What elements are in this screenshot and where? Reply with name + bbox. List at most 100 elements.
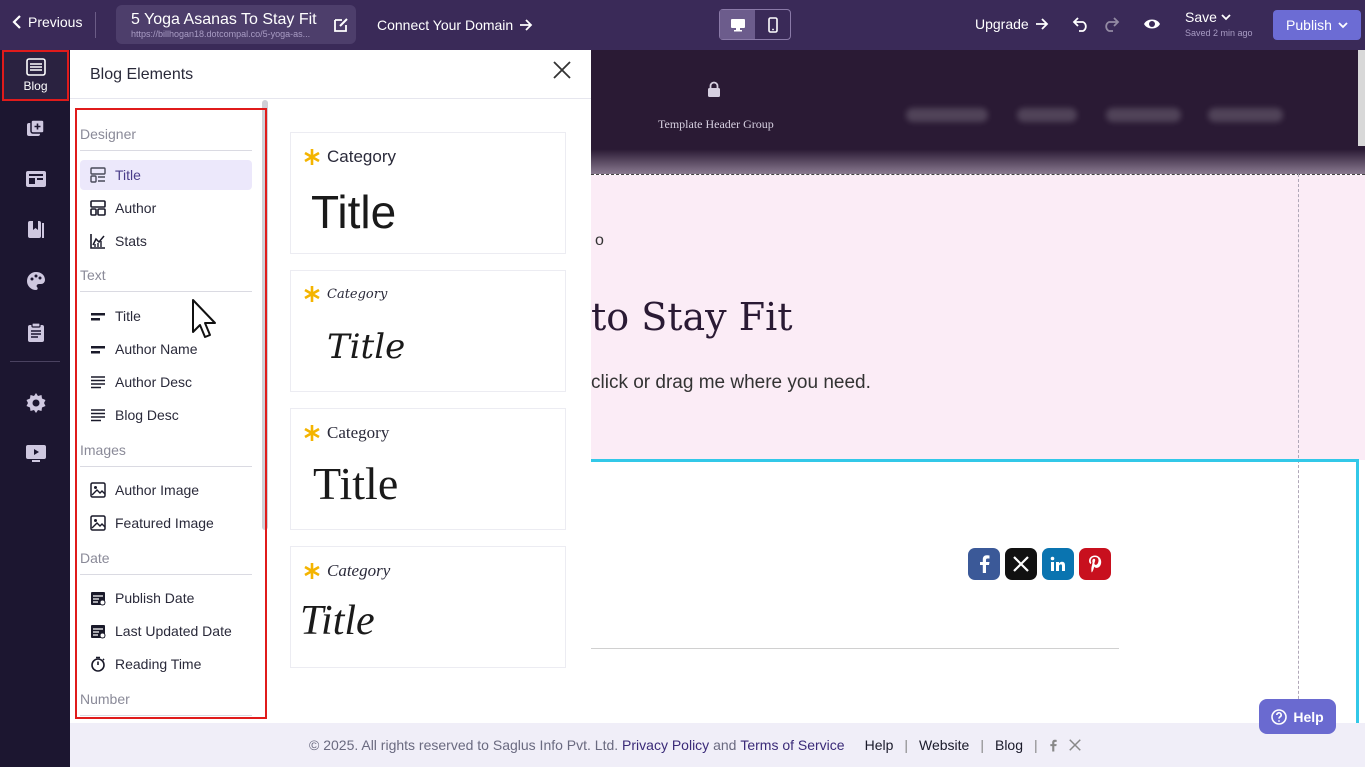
element-text-author-desc[interactable]: Author Desc xyxy=(80,367,252,397)
card-category: Category xyxy=(303,423,389,443)
designer-author-icon xyxy=(90,200,106,216)
help-button[interactable]: Help xyxy=(1259,699,1336,734)
element-publish-date[interactable]: Publish Date xyxy=(80,583,252,613)
mouse-cursor-icon xyxy=(192,299,216,338)
element-text-title[interactable]: Title xyxy=(80,301,252,331)
page-title: 5 Yoga Asanas To Stay Fit xyxy=(131,11,317,28)
title-style-card-4[interactable]: Category Title xyxy=(290,546,566,668)
partial-meta-text: o xyxy=(595,232,604,249)
footer-blog-link[interactable]: Blog xyxy=(995,737,1023,753)
redo-icon[interactable] xyxy=(1102,15,1120,33)
left-icon-rail: Blog xyxy=(0,50,70,767)
card-category: Category xyxy=(303,561,390,581)
panel-header: Blog Elements xyxy=(70,50,591,99)
terms-of-service-link[interactable]: Terms of Service xyxy=(740,737,844,753)
blog-heading[interactable]: to Stay Fit xyxy=(591,295,793,339)
mobile-view-button[interactable] xyxy=(755,10,790,39)
rail-blog-label: Blog xyxy=(23,79,48,93)
copyright-text: © 2025. All rights reserved to Saglus In… xyxy=(309,737,619,753)
section-designer: Designer xyxy=(80,126,252,151)
element-reading-time[interactable]: Reading Time xyxy=(80,649,252,679)
footer-separator: | xyxy=(980,737,984,753)
connect-domain-button[interactable]: Connect Your Domain xyxy=(377,17,533,33)
rail-blog-button[interactable]: Blog xyxy=(2,50,69,101)
close-icon[interactable] xyxy=(551,59,573,81)
canvas-scrollbar[interactable] xyxy=(1358,50,1365,146)
blog-list-icon xyxy=(25,58,46,76)
pinterest-icon xyxy=(1089,555,1102,573)
element-label: Author Name xyxy=(115,341,198,357)
clipboard-icon[interactable] xyxy=(25,321,47,343)
facebook-share-button[interactable] xyxy=(968,548,1000,580)
x-share-button[interactable] xyxy=(1005,548,1037,580)
element-label: Blog Desc xyxy=(115,407,179,423)
element-last-updated-date[interactable]: Last Updated Date xyxy=(80,616,252,646)
save-button[interactable]: Save Saved 2 min ago xyxy=(1185,9,1253,38)
chevron-left-icon xyxy=(12,15,21,29)
social-share-buttons xyxy=(968,548,1111,580)
title-style-card-1[interactable]: Category Title xyxy=(290,132,566,254)
bookmark-library-icon[interactable] xyxy=(25,219,47,241)
title-style-card-2[interactable]: Category Title xyxy=(290,270,566,392)
gear-icon[interactable] xyxy=(25,392,47,414)
and-text: and xyxy=(713,737,737,753)
publish-label: Publish xyxy=(1286,17,1332,33)
title-style-card-3[interactable]: Category Title xyxy=(290,408,566,530)
linkedin-share-button[interactable] xyxy=(1042,548,1074,580)
layout-section-icon[interactable] xyxy=(25,168,47,190)
upgrade-button[interactable]: Upgrade xyxy=(975,16,1049,32)
element-author-image[interactable]: Author Image xyxy=(80,475,252,505)
chevron-down-icon xyxy=(1338,22,1348,29)
selected-section-outline[interactable] xyxy=(591,459,1359,723)
asterisk-star-icon xyxy=(304,425,320,441)
arrow-right-icon xyxy=(520,19,533,31)
element-designer-stats[interactable]: Stats xyxy=(80,226,252,256)
blog-hero-section[interactable]: o to Stay Fit click or drag me where you… xyxy=(591,175,1365,460)
editor-canvas: Template Header Group o to Stay Fit clic… xyxy=(591,50,1365,723)
text-lines-icon xyxy=(91,409,105,422)
previous-button[interactable]: Previous xyxy=(12,14,82,30)
blog-elements-panel: Blog Elements Designer Title Author Stat… xyxy=(70,50,591,723)
element-label: Reading Time xyxy=(115,656,202,672)
blurred-nav-item xyxy=(1106,108,1181,122)
help-label: Help xyxy=(1293,708,1324,725)
footer-help-link[interactable]: Help xyxy=(865,737,894,753)
blurred-nav-item xyxy=(1017,108,1077,122)
publish-button[interactable]: Publish xyxy=(1273,10,1361,40)
privacy-policy-link[interactable]: Privacy Policy xyxy=(622,737,709,753)
element-list: Designer Title Author Stats Text Title A… xyxy=(75,108,267,719)
element-designer-title[interactable]: Title xyxy=(80,160,252,190)
footer-website-link[interactable]: Website xyxy=(919,737,969,753)
undo-icon[interactable] xyxy=(1072,15,1090,33)
stats-chart-icon xyxy=(90,234,105,249)
add-pages-icon[interactable] xyxy=(25,118,47,140)
section-number: Number xyxy=(80,691,252,716)
element-label: Stats xyxy=(115,233,147,249)
element-text-blog-desc[interactable]: Blog Desc xyxy=(80,400,252,430)
palette-icon[interactable] xyxy=(25,270,47,292)
section-text: Text xyxy=(80,267,252,292)
device-toggle xyxy=(719,9,791,40)
previous-label: Previous xyxy=(28,14,83,30)
calendar-icon xyxy=(91,592,106,606)
template-header-group-label: Template Header Group xyxy=(658,117,774,131)
presentation-play-icon[interactable] xyxy=(25,442,47,464)
element-text-author-name[interactable]: Author Name xyxy=(80,334,252,364)
calendar-icon xyxy=(91,625,106,639)
template-header: Template Header Group xyxy=(591,50,1365,174)
image-icon xyxy=(90,515,106,531)
edit-icon[interactable] xyxy=(332,16,350,34)
element-designer-author[interactable]: Author xyxy=(80,193,252,223)
element-label: Author Image xyxy=(115,482,200,498)
text-lines-icon xyxy=(91,376,105,389)
page-title-box[interactable]: 5 Yoga Asanas To Stay Fit https://billho… xyxy=(116,5,356,44)
pinterest-share-button[interactable] xyxy=(1079,548,1111,580)
element-featured-image[interactable]: Featured Image xyxy=(80,508,252,538)
desktop-icon xyxy=(730,18,745,31)
preview-eye-icon[interactable] xyxy=(1143,15,1161,33)
x-logo-icon[interactable] xyxy=(1068,739,1081,751)
facebook-icon[interactable] xyxy=(1049,739,1057,752)
desktop-view-button[interactable] xyxy=(720,10,755,39)
blog-subtext[interactable]: click or drag me where you need. xyxy=(591,372,871,394)
footer: © 2025. All rights reserved to Saglus In… xyxy=(70,723,1365,767)
